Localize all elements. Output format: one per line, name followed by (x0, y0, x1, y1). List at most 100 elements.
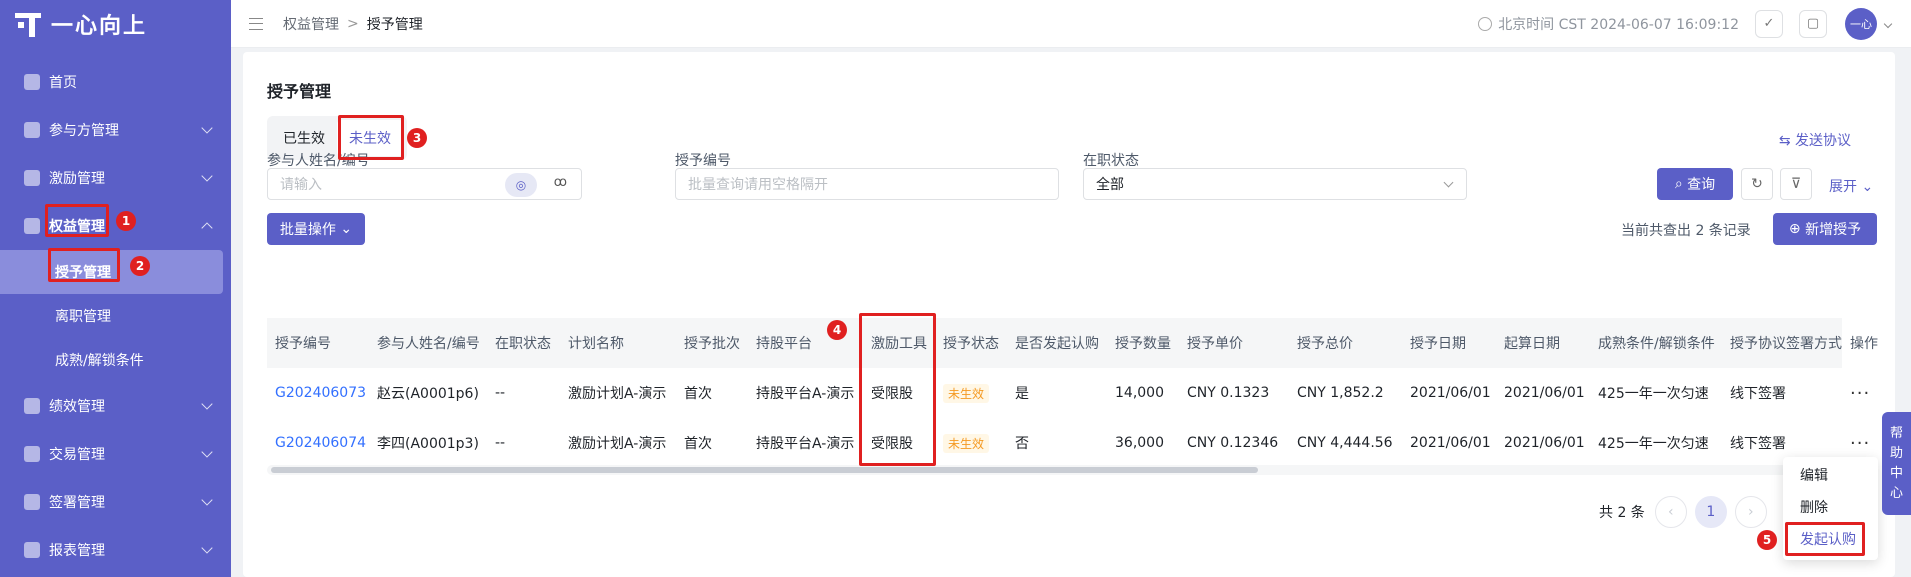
table-cell: 激励计划A-演示 (568, 436, 667, 452)
ellipsis-icon[interactable]: ··· (1850, 383, 1870, 404)
status-select[interactable]: 全部 (1083, 168, 1467, 200)
breadcrumb-item[interactable]: 权益管理 (283, 14, 339, 34)
clipboard-icon[interactable]: ✓ (1755, 9, 1783, 38)
group-icon[interactable]: ꝏ (554, 175, 567, 190)
status-label: 在职状态 (1083, 153, 1139, 169)
ellipsis-icon[interactable]: ··· (1850, 433, 1870, 454)
main-card: 授予管理 已生效 未生效 ⇆ 发送协议 参与人姓名/编号 请输入 ◎ ꝏ 授予编… (243, 52, 1895, 577)
sidebar-subitem-resignation[interactable]: 离职管理 (0, 294, 231, 338)
add-grant-button[interactable]: ⊕ 新增授予 (1773, 213, 1877, 245)
query-button[interactable]: ⌕ 查询 (1657, 168, 1733, 200)
breadcrumb: 权益管理 > 授予管理 (249, 14, 423, 34)
column-header: 授予状态 (943, 336, 999, 352)
prev-page-button[interactable]: ‹ (1654, 496, 1687, 528)
help-center-tab[interactable]: 帮 助 中 心 (1882, 412, 1911, 515)
column-header: 授予编号 (275, 336, 331, 352)
avatar[interactable]: 一心 (1845, 7, 1877, 40)
row-actions-menu: 编辑 删除 发起认购 (1783, 457, 1878, 560)
table-cell: -- (495, 385, 506, 401)
scrollbar-thumb[interactable] (271, 467, 1258, 473)
table-cell: 14,000 (1115, 385, 1164, 401)
column-header: 授予总价 (1297, 336, 1353, 352)
table-cell: CNY 1,852.2 (1297, 385, 1384, 401)
table-cell: 否 (1015, 436, 1029, 452)
column-header: 授予批次 (684, 336, 740, 352)
filter-icon[interactable]: ⊽ (1780, 168, 1812, 200)
grant-no-link[interactable]: G202406074 (267, 418, 369, 468)
table-scrollbar[interactable] (267, 465, 1870, 475)
table-cell: 赵云(A0001p6) (377, 386, 479, 402)
more-actions-icon[interactable]: ··· (1842, 368, 1888, 418)
table-cell: 持股平台A-演示 (756, 436, 855, 452)
chevron-down-icon (201, 494, 213, 506)
annotation-badge: 4 (827, 320, 847, 340)
scan-icon[interactable]: ◎ (505, 173, 537, 197)
chevron-down-icon (1443, 177, 1454, 188)
sidebar-item-incentive[interactable]: 激励管理 (0, 154, 231, 202)
table-cell: 425一年一次匀速 (1598, 386, 1709, 402)
menu-item-delete[interactable]: 删除 (1783, 491, 1878, 523)
status-badge: 未生效 (943, 433, 990, 453)
sidebar-item-home[interactable]: 首页 (0, 58, 231, 106)
column-header: 激励工具 (871, 336, 927, 352)
sign-icon (24, 494, 40, 510)
table-cell: 线下签署 (1730, 386, 1786, 402)
logo-text: 一心向上 (51, 14, 148, 39)
table-cell: 受限股 (871, 436, 913, 452)
table-cell: 李四(A0001p3) (377, 436, 479, 452)
shirt-icon[interactable]: ▢ (1799, 9, 1827, 38)
menu-item-edit[interactable]: 编辑 (1783, 459, 1878, 491)
sidebar-item-sign[interactable]: 签署管理 (0, 478, 231, 526)
table-cell: 2021/06/01 (1504, 435, 1585, 451)
annotation-badge: 1 (116, 211, 136, 231)
report-icon (24, 542, 40, 558)
annotation-badge: 3 (407, 128, 427, 148)
annotation-badge: 5 (1757, 530, 1777, 550)
table-cell: 激励计划A-演示 (568, 386, 667, 402)
table-cell: 425一年一次匀速 (1598, 436, 1709, 452)
sidebar-item-participants[interactable]: 参与方管理 (0, 106, 231, 154)
grant-table: 授予编号 参与人姓名/编号 在职状态 计划名称 授予批次 持股平台 激励工具 授予状态 是否发起… (267, 318, 1888, 468)
chevron-down-icon (201, 542, 213, 554)
record-count: 当前共查出 2 条记录 (1621, 223, 1751, 239)
sidebar-item-trade[interactable]: 交易管理 (0, 430, 231, 478)
send-protocol-button[interactable]: ⇆ 发送协议 (1779, 130, 1851, 150)
table-cell: CNY 0.12346 (1187, 435, 1279, 451)
sidebar-subitem-grant[interactable]: 授予管理 (0, 250, 223, 294)
grant-no-link[interactable]: G202406073 (267, 368, 369, 418)
reset-icon[interactable]: ↻ (1741, 168, 1773, 200)
app-logo[interactable]: 一心向上 (0, 0, 231, 48)
table-row: G202406074 李四(A0001p3) -- 激励计划A-演示 首次 持股平台A-演… (267, 418, 1888, 468)
sidebar-item-report[interactable]: 报表管理 (0, 526, 231, 574)
column-header: 是否发起认购 (1015, 336, 1099, 352)
chevron-down-icon (201, 122, 213, 134)
column-header: 成熟条件/解锁条件 (1598, 336, 1715, 352)
swap-icon: ⇆ (1778, 133, 1795, 149)
menu-fold-icon[interactable] (249, 17, 263, 30)
table-cell: 2021/06/01 (1410, 435, 1491, 451)
chevron-down-icon: ⌄ (1857, 179, 1874, 195)
next-page-button[interactable]: › (1734, 496, 1767, 528)
grant-no-label: 授予编号 (675, 153, 731, 169)
table-cell: 是 (1015, 386, 1029, 402)
sidebar-subitem-vesting[interactable]: 成熟/解锁条件 (0, 338, 231, 382)
trade-icon (24, 446, 40, 462)
sidebar-item-equity[interactable]: 权益管理 (0, 202, 231, 250)
batch-operation-button[interactable]: 批量操作 ⌄ (267, 213, 365, 245)
home-icon (24, 74, 40, 90)
table-cell: CNY 4,444.56 (1297, 435, 1393, 451)
server-time: 北京时间 CST 2024-06-07 16:09:12 (1498, 16, 1739, 33)
page-1-button[interactable]: 1 (1694, 496, 1727, 528)
chevron-down-icon[interactable] (1883, 19, 1893, 28)
expand-toggle[interactable]: 展开 ⌄ (1829, 176, 1873, 196)
grant-no-input[interactable]: 批量查询请用空格隔开 (675, 168, 1059, 200)
menu-item-initiate-subscription[interactable]: 发起认购 (1783, 523, 1878, 555)
sidebar: 一心向上 首页 参与方管理 激励管理 权益管理 授予管理 离职管理 成熟/解锁条… (0, 0, 231, 577)
chevron-down-icon (201, 446, 213, 458)
sidebar-item-performance[interactable]: 绩效管理 (0, 382, 231, 430)
table-cell: -- (495, 435, 506, 451)
performance-icon (24, 398, 40, 414)
participant-input[interactable]: 请输入 ◎ ꝏ (267, 168, 582, 200)
clock-icon (1478, 16, 1493, 31)
breadcrumb-current: 授予管理 (366, 16, 423, 33)
